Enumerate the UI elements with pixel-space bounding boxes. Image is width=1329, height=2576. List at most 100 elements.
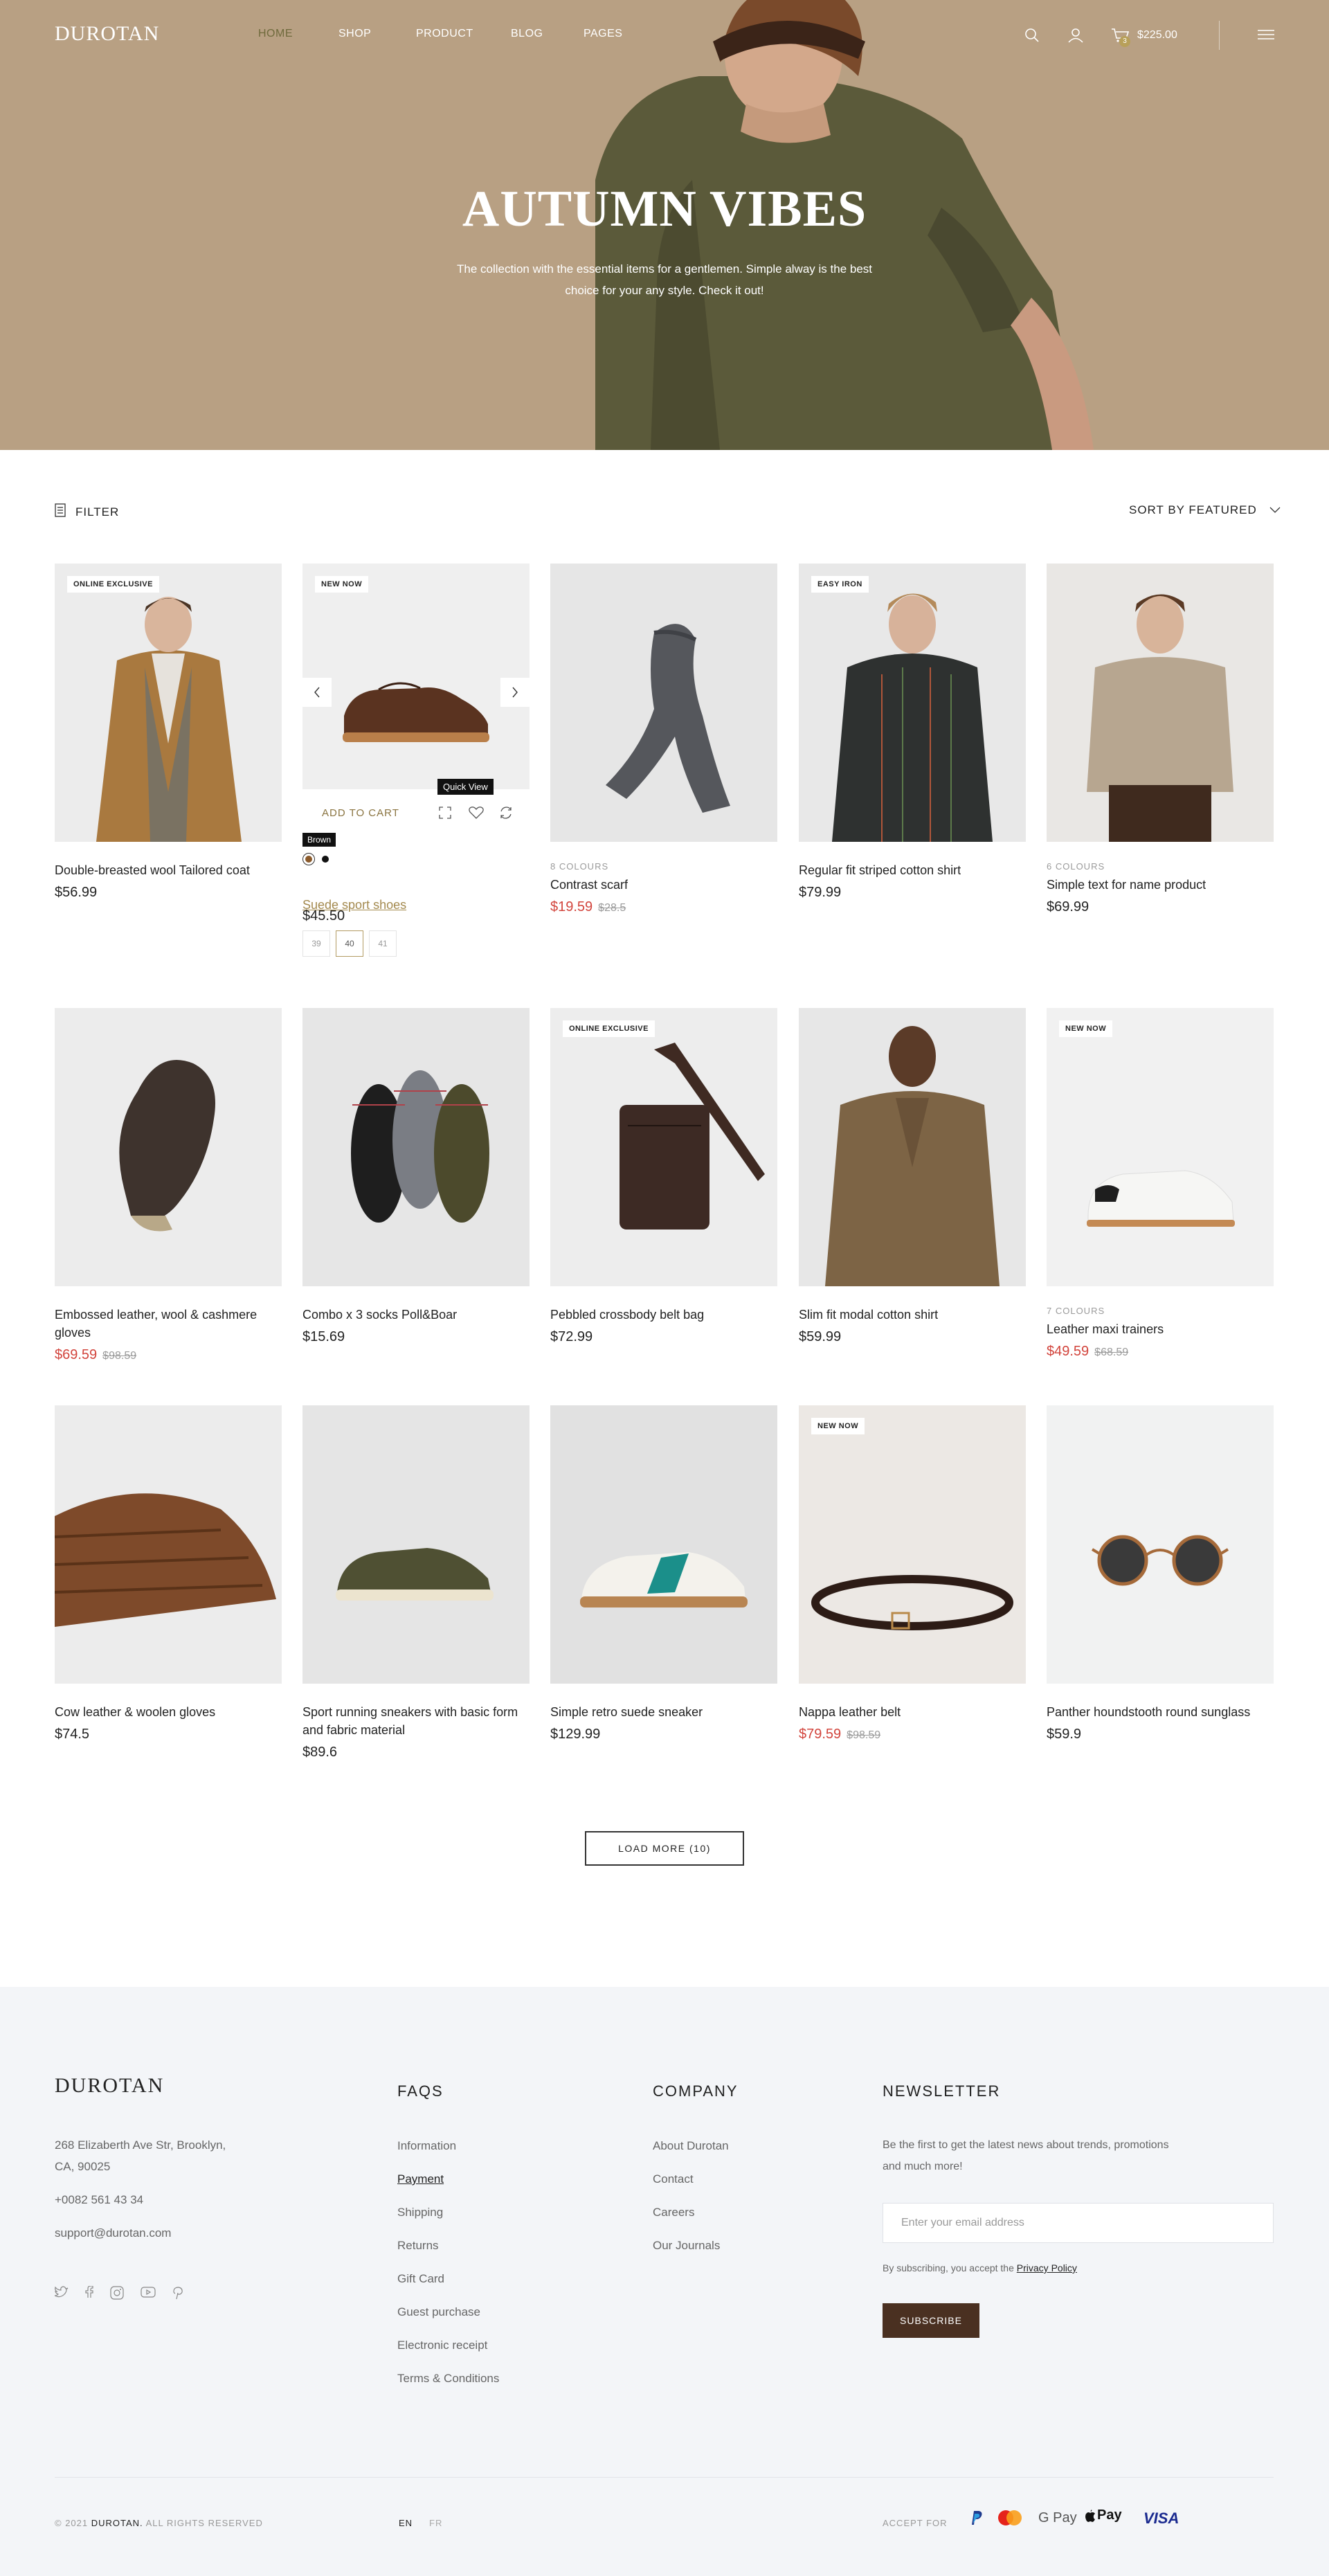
product-card[interactable]: EASY IRON Regular fit striped cotton shi… xyxy=(799,564,1026,901)
product-image[interactable]: EASY IRON xyxy=(799,564,1026,842)
footer-divider xyxy=(55,2477,1274,2478)
nav-blog[interactable]: BLOG xyxy=(511,28,543,40)
menu-icon[interactable] xyxy=(1258,28,1274,45)
product-image[interactable]: NEW NOW xyxy=(799,1405,1026,1684)
search-icon[interactable] xyxy=(1024,28,1040,46)
footer-logo[interactable]: DUROTAN xyxy=(55,2074,164,2098)
swatch-tooltip: Brown xyxy=(302,833,336,847)
footer-link[interactable]: Shipping xyxy=(397,2206,499,2239)
product-name[interactable]: Contrast scarf xyxy=(550,876,777,894)
filter-button[interactable]: FILTER xyxy=(55,503,119,521)
product-image[interactable] xyxy=(55,1405,282,1684)
product-card[interactable]: 6 COLOURS Simple text for name product $… xyxy=(1047,564,1274,915)
footer-link[interactable]: Our Journals xyxy=(653,2239,729,2272)
product-name[interactable]: Simple retro suede sneaker xyxy=(550,1703,777,1721)
footer-email[interactable]: support@durotan.com xyxy=(55,2222,171,2244)
product-name[interactable]: Pebbled crossbody belt bag xyxy=(550,1306,777,1324)
subscribe-button[interactable]: SUBSCRIBE xyxy=(883,2303,979,2338)
product-name[interactable]: Slim fit modal cotton shirt xyxy=(799,1306,1026,1324)
product-card[interactable]: Simple retro suede sneaker $129.99 xyxy=(550,1405,777,1742)
footer-link[interactable]: Terms & Conditions xyxy=(397,2372,499,2405)
brand-logo[interactable]: DUROTAN xyxy=(55,22,159,46)
product-card[interactable]: Panther houndstooth round sunglass $59.9 xyxy=(1047,1405,1274,1742)
footer-link[interactable]: About Durotan xyxy=(653,2139,729,2172)
product-image[interactable] xyxy=(302,1008,530,1286)
sort-dropdown[interactable]: SORT BY FEATURED xyxy=(1129,503,1281,517)
youtube-icon[interactable] xyxy=(141,2286,156,2303)
nav-divider xyxy=(1219,21,1220,50)
size-option[interactable]: 41 xyxy=(369,930,397,957)
footer-phone[interactable]: +0082 561 43 34 xyxy=(55,2189,143,2210)
footer-link[interactable]: Electronic receipt xyxy=(397,2339,499,2372)
language-fr[interactable]: FR xyxy=(429,2518,442,2528)
footer-link[interactable]: Guest purchase xyxy=(397,2305,499,2339)
nav-shop[interactable]: SHOP xyxy=(338,28,371,40)
swatch-black[interactable] xyxy=(322,856,329,863)
product-name[interactable]: Panther houndstooth round sunglass xyxy=(1047,1703,1274,1721)
product-price: $79.99 xyxy=(799,885,842,900)
product-image[interactable] xyxy=(799,1008,1026,1286)
compare-icon[interactable] xyxy=(499,806,513,823)
wishlist-heart-icon[interactable] xyxy=(469,806,484,823)
footer-link[interactable]: Contact xyxy=(653,2172,729,2206)
product-image[interactable] xyxy=(550,564,777,842)
product-name[interactable]: Cow leather & woolen gloves xyxy=(55,1703,282,1721)
load-more-button[interactable]: LOAD MORE (10) xyxy=(585,1831,744,1866)
product-card[interactable]: Slim fit modal cotton shirt $59.99 xyxy=(799,1008,1026,1345)
instagram-icon[interactable] xyxy=(110,2286,124,2303)
product-image[interactable] xyxy=(302,1405,530,1684)
product-image[interactable] xyxy=(550,1405,777,1684)
product-card[interactable]: Embossed leather, wool & cashmere gloves… xyxy=(55,1008,282,1363)
product-image[interactable]: NEW NOW ADD TO CART Quick View xyxy=(302,564,530,842)
newsletter-email-input[interactable]: Enter your email address xyxy=(883,2203,1274,2243)
product-card[interactable]: Sport running sneakers with basic form a… xyxy=(302,1405,530,1760)
product-name[interactable]: Regular fit striped cotton shirt xyxy=(799,861,1026,879)
privacy-policy-link[interactable]: Privacy Policy xyxy=(1017,2262,1077,2273)
product-card[interactable]: Combo x 3 socks Poll&Boar $15.69 xyxy=(302,1008,530,1345)
prev-image-button[interactable] xyxy=(302,678,332,707)
nav-home[interactable]: HOME xyxy=(258,28,293,40)
size-option[interactable]: 39 xyxy=(302,930,330,957)
visa-label: VISA xyxy=(1143,2510,1179,2527)
swatch-brown[interactable] xyxy=(302,853,315,865)
product-card[interactable]: NEW NOW 7 COLOURS Leather maxi trainers … xyxy=(1047,1008,1274,1360)
footer-link[interactable]: Careers xyxy=(653,2206,729,2239)
product-name[interactable]: Double-breasted wool Tailored coat xyxy=(55,861,282,879)
product-image[interactable]: ONLINE EXCLUSIVE xyxy=(55,564,282,842)
next-image-button[interactable] xyxy=(500,678,530,707)
cart-total[interactable]: $225.00 xyxy=(1137,29,1177,42)
copyright-brand[interactable]: DUROTAN. xyxy=(91,2518,143,2528)
product-image[interactable]: ONLINE EXCLUSIVE xyxy=(550,1008,777,1286)
product-card[interactable]: 8 COLOURS Contrast scarf $19.59 $28.5 xyxy=(550,564,777,915)
product-card[interactable]: NEW NOW Nappa leather belt $79.59 $98.59 xyxy=(799,1405,1026,1742)
product-name[interactable]: Nappa leather belt xyxy=(799,1703,1026,1721)
product-card[interactable]: ONLINE EXCLUSIVE Double-breasted wool Ta… xyxy=(55,564,282,901)
product-image[interactable] xyxy=(1047,1405,1274,1684)
product-name[interactable]: Leather maxi trainers xyxy=(1047,1320,1274,1338)
product-card[interactable]: ONLINE EXCLUSIVE Pebbled crossbody belt … xyxy=(550,1008,777,1345)
user-icon[interactable] xyxy=(1067,28,1084,46)
product-card[interactable]: Cow leather & woolen gloves $74.5 xyxy=(55,1405,282,1742)
pinterest-icon[interactable] xyxy=(172,2286,183,2303)
nav-pages[interactable]: PAGES xyxy=(584,28,622,40)
add-to-cart-button[interactable]: ADD TO CART xyxy=(322,807,399,819)
nav-product[interactable]: PRODUCT xyxy=(416,28,473,40)
product-card-active[interactable]: NEW NOW ADD TO CART Quick View Brown Sue… xyxy=(302,564,530,972)
language-en[interactable]: EN xyxy=(399,2518,413,2528)
product-name[interactable]: Sport running sneakers with basic form a… xyxy=(302,1703,530,1739)
footer-link[interactable]: Payment xyxy=(397,2172,499,2206)
product-image[interactable]: NEW NOW xyxy=(1047,1008,1274,1286)
product-name[interactable]: Combo x 3 socks Poll&Boar xyxy=(302,1306,530,1324)
twitter-icon[interactable] xyxy=(54,2286,69,2303)
product-name[interactable]: Simple text for name product xyxy=(1047,876,1274,894)
size-option-selected[interactable]: 40 xyxy=(336,930,363,957)
facebook-icon[interactable] xyxy=(85,2285,93,2303)
site-footer: DUROTAN 268 Elizaberth Ave Str, Brooklyn… xyxy=(0,1987,1329,2576)
footer-link[interactable]: Information xyxy=(397,2139,499,2172)
product-name[interactable]: Embossed leather, wool & cashmere gloves xyxy=(55,1306,282,1342)
quick-view-icon[interactable] xyxy=(438,806,452,823)
footer-link[interactable]: Gift Card xyxy=(397,2272,499,2305)
product-image[interactable] xyxy=(1047,564,1274,842)
footer-link[interactable]: Returns xyxy=(397,2239,499,2272)
product-image[interactable] xyxy=(55,1008,282,1286)
